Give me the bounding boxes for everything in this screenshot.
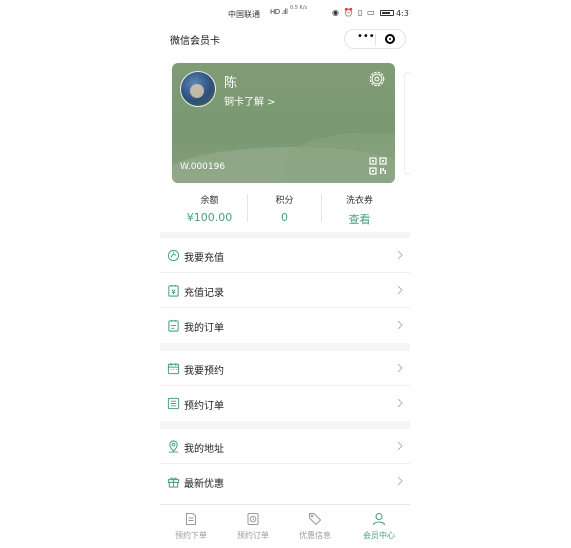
coupon-tag-icon bbox=[309, 513, 322, 526]
appointment-icon bbox=[167, 362, 180, 375]
laundry-coupon-stat[interactable]: 洗衣券 查看 bbox=[318, 190, 401, 227]
more-menu-button[interactable]: ••• bbox=[357, 31, 375, 42]
settings-icon[interactable] bbox=[368, 70, 386, 88]
gift-icon bbox=[167, 477, 180, 488]
tab-booked-orders[interactable]: 预约订单 bbox=[222, 512, 284, 541]
tab-offers[interactable]: 优惠信息 bbox=[284, 512, 346, 541]
chevron-right-icon bbox=[397, 476, 403, 486]
tab-label: 预约订单 bbox=[237, 531, 269, 540]
menu-label: 充值记录 bbox=[184, 288, 224, 299]
my-orders-icon bbox=[168, 319, 179, 332]
menu-group-appointments: 我要预约 预约订单 bbox=[160, 351, 410, 421]
close-mini-program-button[interactable] bbox=[385, 34, 395, 44]
tab-member-center[interactable]: 会员中心 bbox=[348, 512, 410, 541]
menu-label: 我要充值 bbox=[184, 253, 224, 264]
balance-stat[interactable]: 余额 ¥100.00 bbox=[168, 190, 251, 224]
chevron-right-icon bbox=[397, 441, 403, 451]
phone-screen: 中国联通 HD .ıll 0.5 K/s ◉ ⏰ ▯ ▭ 4:37 微信会员卡 … bbox=[160, 0, 410, 548]
chevron-right-icon bbox=[397, 363, 403, 373]
menu-group-more: 我的地址 最新优惠 bbox=[160, 429, 410, 504]
menu-item-my-orders[interactable]: 我的订单 bbox=[160, 308, 410, 343]
menu-label: 我的订单 bbox=[184, 323, 224, 334]
menu-item-latest-offers[interactable]: 最新优惠 bbox=[160, 464, 410, 499]
next-card-peek bbox=[404, 72, 410, 174]
menu-group-orders: 我要充值 充值记录 我的订单 bbox=[160, 238, 410, 343]
appointment-orders-icon bbox=[167, 397, 180, 410]
menu-label: 预约订单 bbox=[184, 401, 224, 412]
laundry-coupon-view-link[interactable]: 查看 bbox=[318, 211, 401, 227]
tab-label: 优惠信息 bbox=[299, 531, 331, 540]
menu-label: 我要预约 bbox=[184, 366, 224, 377]
menu-item-appointment-orders[interactable]: 预约订单 bbox=[160, 386, 410, 421]
menu-item-recharge-record[interactable]: 充值记录 bbox=[160, 273, 410, 308]
battery-icon bbox=[380, 10, 394, 16]
points-stat[interactable]: 积分 0 bbox=[243, 190, 326, 224]
menu-label: 最新优惠 bbox=[184, 479, 224, 490]
member-card-section: 陈 铜卡了解 > W.000196 余额 ¥100.00 积分 0 洗衣券 查看 bbox=[160, 52, 410, 232]
clock: 4:37 bbox=[396, 9, 410, 18]
member-name: 陈 bbox=[224, 76, 238, 91]
member-stats: 余额 ¥100.00 积分 0 洗衣券 查看 bbox=[160, 190, 410, 232]
status-icons: ◉ ⏰ ▯ ▭ bbox=[332, 8, 376, 17]
member-icon bbox=[372, 512, 386, 526]
capsule-divider bbox=[375, 34, 376, 45]
balance-label: 余额 bbox=[200, 196, 219, 206]
balance-value: ¥100.00 bbox=[186, 211, 233, 224]
booked-orders-icon bbox=[247, 513, 259, 525]
tab-book-order[interactable]: 预约下单 bbox=[160, 512, 222, 541]
points-value: 0 bbox=[281, 211, 288, 224]
chevron-right-icon bbox=[397, 285, 403, 295]
network-speed: 0.5 K/s bbox=[290, 5, 308, 11]
menu-item-recharge[interactable]: 我要充值 bbox=[160, 238, 410, 273]
mini-program-nav-bar: 微信会员卡 ••• bbox=[160, 26, 410, 52]
avatar[interactable] bbox=[180, 71, 216, 107]
location-icon bbox=[168, 440, 179, 453]
laundry-coupon-label: 洗衣券 bbox=[345, 196, 373, 206]
menu-label: 我的地址 bbox=[184, 444, 224, 455]
member-card[interactable]: 陈 铜卡了解 > W.000196 bbox=[172, 63, 395, 183]
menu-item-my-address[interactable]: 我的地址 bbox=[160, 429, 410, 464]
member-number: W.000196 bbox=[180, 162, 226, 172]
chevron-right-icon bbox=[397, 250, 403, 260]
signal-icon: HD .ıll bbox=[270, 8, 288, 16]
chevron-right-icon bbox=[397, 320, 403, 330]
member-level-link[interactable]: 铜卡了解 > bbox=[224, 93, 276, 108]
points-label: 积分 bbox=[275, 196, 294, 206]
tab-label: 会员中心 bbox=[363, 531, 395, 540]
status-bar: 中国联通 HD .ıll 0.5 K/s ◉ ⏰ ▯ ▭ 4:37 bbox=[160, 0, 410, 26]
carrier-label: 中国联通 bbox=[228, 10, 260, 19]
book-order-icon bbox=[186, 513, 196, 525]
bottom-tab-bar: 预约下单 预约订单 优惠信息 会员中心 bbox=[160, 504, 410, 548]
chevron-right-icon bbox=[397, 398, 403, 408]
menu-item-make-appointment[interactable]: 我要预约 bbox=[160, 351, 410, 386]
capsule-menu: ••• bbox=[344, 29, 406, 49]
tab-label: 预约下单 bbox=[175, 531, 207, 540]
recharge-record-icon bbox=[168, 284, 179, 297]
recharge-icon bbox=[167, 249, 180, 262]
page-title: 微信会员卡 bbox=[170, 36, 220, 47]
qr-code-icon[interactable] bbox=[369, 157, 387, 175]
